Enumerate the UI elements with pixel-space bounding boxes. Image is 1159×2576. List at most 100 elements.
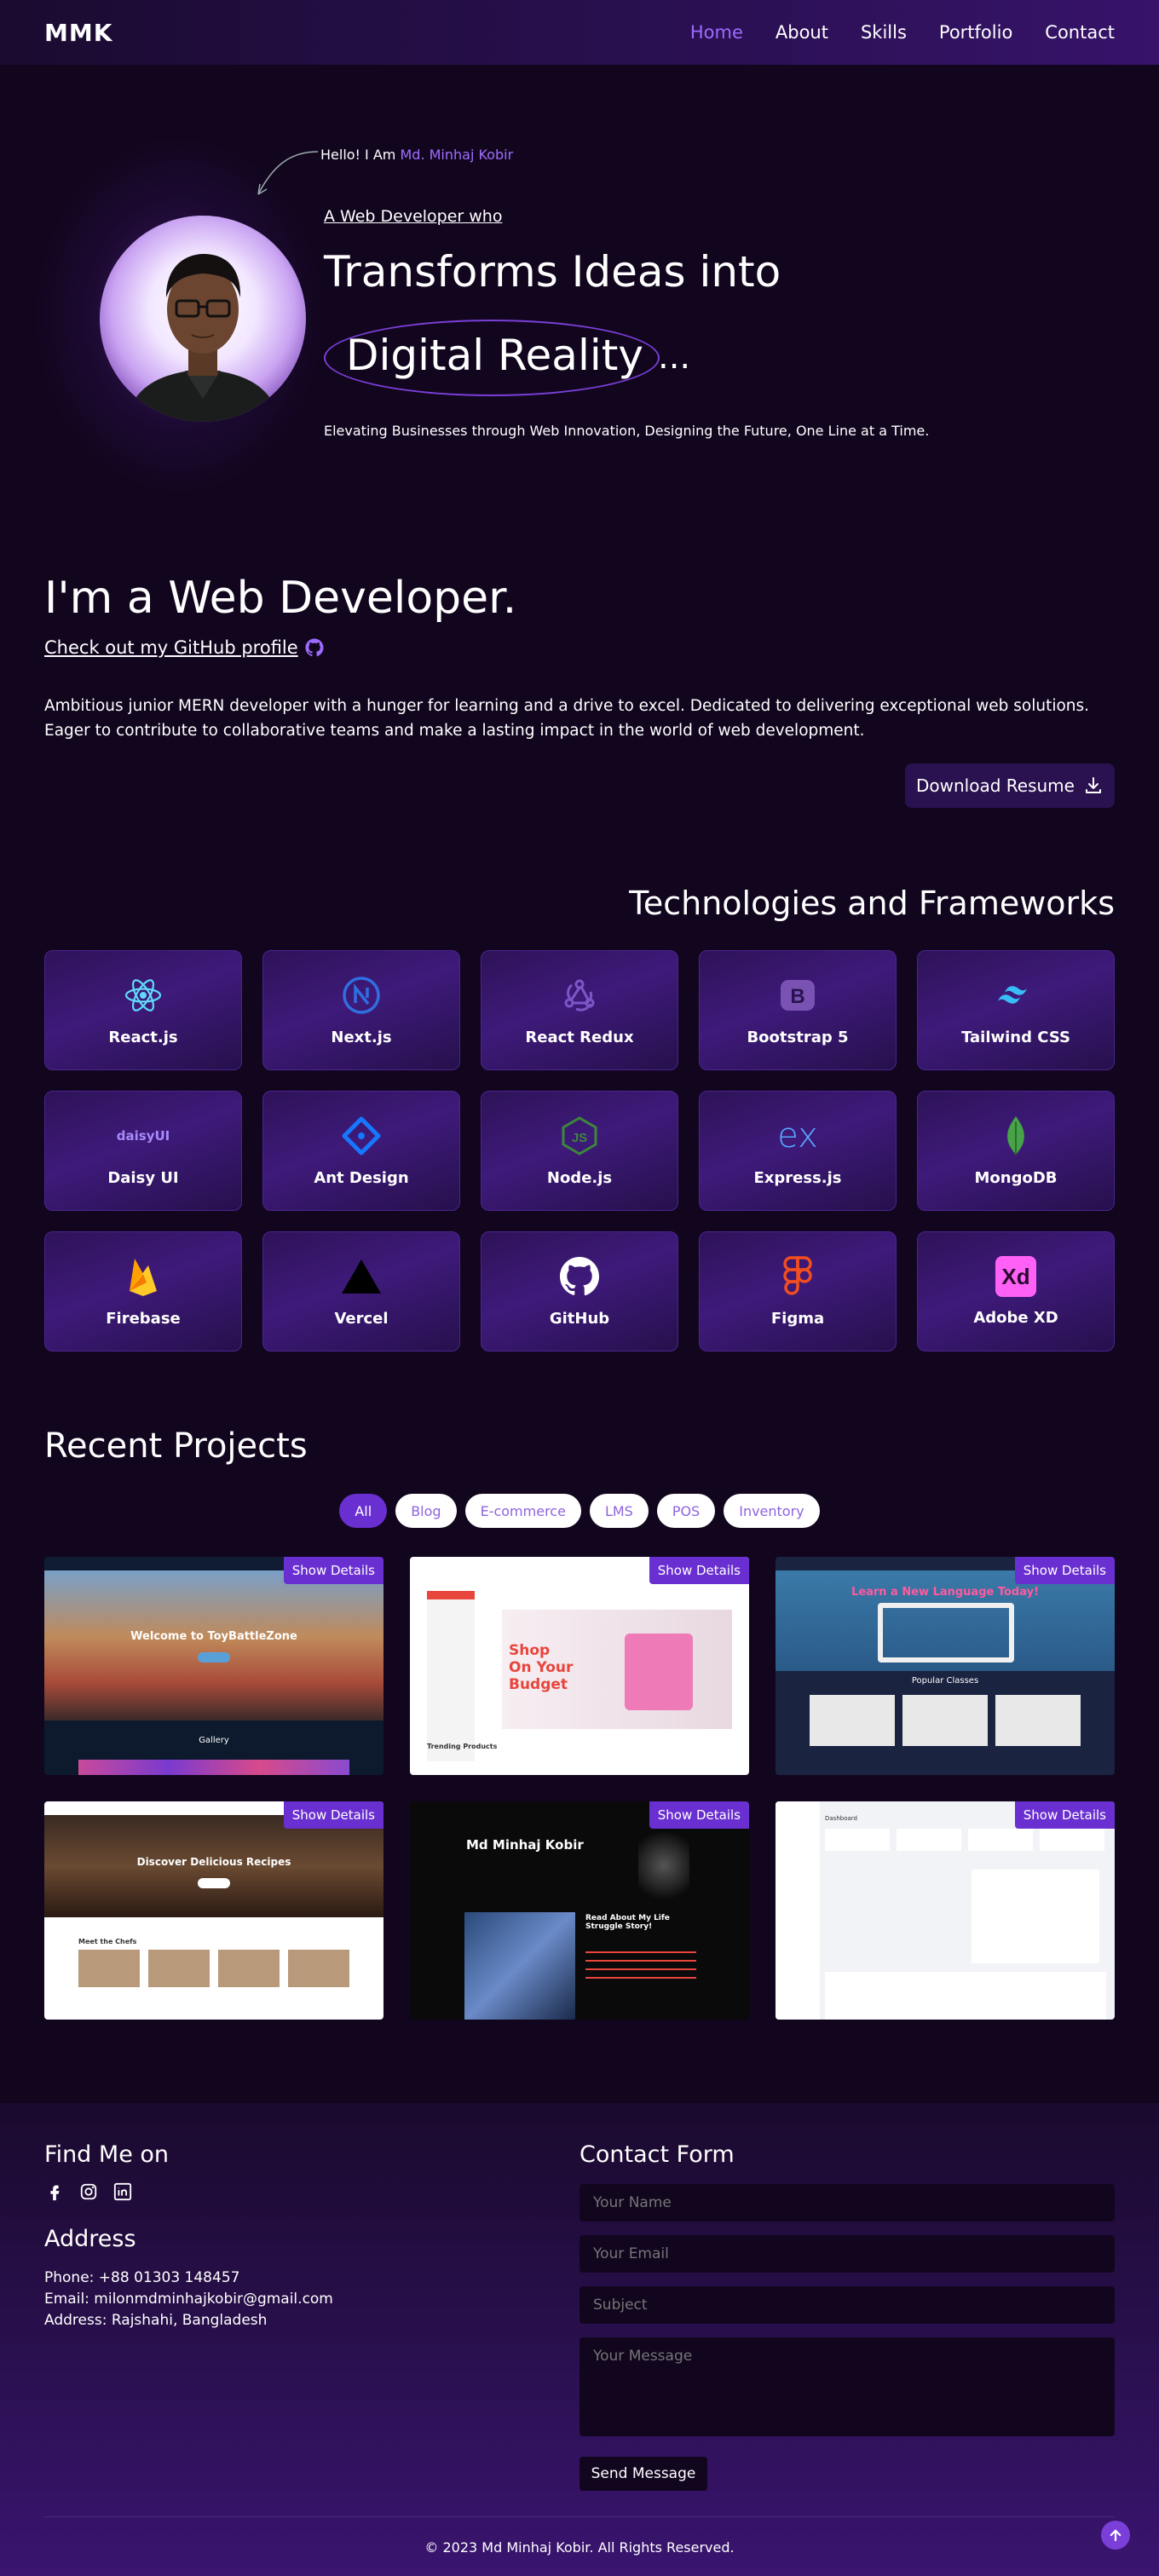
tech-card-tailwind: Tailwind CSS	[917, 950, 1115, 1070]
find-me-title: Find Me on	[44, 2141, 170, 2168]
adobexd-icon: Xd	[995, 1256, 1036, 1297]
projects-grid: Welcome to ToyBattleZone Gallery Show De…	[44, 1557, 1115, 2020]
projects-title: Recent Projects	[44, 1426, 308, 1466]
show-details-button[interactable]: Show Details	[1014, 1557, 1115, 1584]
project-card-dashboard[interactable]: Dashboard Show Details	[776, 1801, 1115, 2020]
project-thumb-sidebar	[776, 1801, 820, 2020]
linkedin-icon[interactable]	[112, 2181, 133, 2202]
show-details-button[interactable]: Show Details	[283, 1557, 383, 1584]
github-icon	[558, 1255, 601, 1298]
project-thumb-chefs	[78, 1950, 349, 1987]
hero-title: Transforms Ideas into	[324, 247, 781, 297]
project-thumb-bars	[585, 1951, 696, 1985]
express-text: ex	[777, 1116, 818, 1155]
tech-title: Technologies and Frameworks	[629, 885, 1115, 922]
nextjs-icon	[340, 974, 383, 1017]
tech-label: React.js	[108, 1029, 178, 1046]
project-headline: Welcome to ToyBattleZone	[130, 1630, 297, 1643]
download-icon	[1085, 777, 1101, 793]
project-headline: Shop On Your Budget	[509, 1642, 574, 1693]
nav-link-portfolio[interactable]: Portfolio	[939, 22, 1012, 43]
site-logo[interactable]: MMK	[44, 19, 112, 47]
tech-card-nodejs: JS Node.js	[481, 1091, 678, 1211]
hello-text: Hello! I Am Md. Minhaj Kobir	[320, 147, 513, 163]
tech-label: React Redux	[525, 1029, 634, 1046]
project-thumb-learn-text	[878, 1603, 1014, 1663]
send-message-button[interactable]: Send Message	[580, 2457, 707, 2491]
hero-tagline: Elevating Businesses through Web Innovat…	[324, 423, 930, 439]
tech-label: Express.js	[753, 1169, 842, 1187]
filter-all[interactable]: All	[339, 1494, 388, 1528]
project-section: Meet the Chefs	[78, 1938, 137, 1945]
show-details-button[interactable]: Show Details	[649, 1801, 749, 1829]
address-block: Phone: +88 01303 148457 Email: milonmdmi…	[44, 2268, 333, 2331]
email-field[interactable]	[580, 2235, 1115, 2273]
tech-label: Figma	[770, 1310, 825, 1328]
subject-field[interactable]	[580, 2286, 1115, 2324]
project-section: Read About My Life Struggle Story!	[585, 1914, 670, 1931]
nav-link-about[interactable]: About	[776, 22, 828, 43]
scroll-to-top-button[interactable]	[1101, 2521, 1130, 2550]
tech-label: Tailwind CSS	[961, 1029, 1070, 1046]
filter-lms[interactable]: LMS	[589, 1494, 649, 1528]
nav-link-contact[interactable]: Contact	[1045, 22, 1115, 43]
facebook-icon[interactable]	[44, 2181, 65, 2202]
nav-link-home[interactable]: Home	[690, 22, 743, 43]
hero-title-suffix: ...	[658, 337, 691, 377]
tech-label: Vercel	[334, 1310, 389, 1328]
project-card-toybattlezone[interactable]: Welcome to ToyBattleZone Gallery Show De…	[44, 1557, 383, 1775]
project-thumb-strip	[78, 1760, 349, 1775]
project-card-learn[interactable]: Learn a New Language Today! Popular Clas…	[776, 1557, 1115, 1775]
vercel-icon	[340, 1255, 383, 1298]
project-headline: Learn a New Language Today!	[851, 1586, 1040, 1599]
about-title: I'm a Web Developer.	[44, 573, 517, 624]
address-text: Address: Rajshahi, Bangladesh	[44, 2312, 268, 2329]
message-field[interactable]	[580, 2337, 1115, 2436]
nav-link-skills[interactable]: Skills	[861, 22, 907, 43]
download-resume-button[interactable]: Download Resume	[905, 764, 1115, 808]
project-card-shop[interactable]: Shop On Your Budget Trending Products Sh…	[410, 1557, 749, 1775]
tech-label: Bootstrap 5	[747, 1029, 849, 1046]
contact-form-title: Contact Form	[580, 2141, 735, 2168]
tech-card-antdesign: Ant Design	[262, 1091, 460, 1211]
avatar	[100, 216, 306, 422]
svg-text:JS: JS	[572, 1131, 587, 1145]
tech-grid: React.js Next.js React Redux B Bootstrap…	[44, 950, 1115, 1351]
filter-blog[interactable]: Blog	[395, 1494, 457, 1528]
footer-divider	[44, 2516, 1115, 2517]
show-details-button[interactable]: Show Details	[649, 1557, 749, 1584]
nav-links: Home About Skills Portfolio Contact	[690, 22, 1115, 43]
project-card-portfolio[interactable]: Md Minhaj Kobir Read About My Life Strug…	[410, 1801, 749, 2020]
project-thumb-cards	[810, 1695, 1081, 1746]
page: MMK Home About Skills Portfolio Contact	[0, 0, 1159, 2576]
project-card-recipes[interactable]: Discover Delicious Recipes Meet the Chef…	[44, 1801, 383, 2020]
download-resume-label: Download Resume	[916, 775, 1075, 796]
tech-card-figma: Figma	[699, 1231, 897, 1351]
social-links	[44, 2181, 133, 2202]
filter-inventory[interactable]: Inventory	[724, 1494, 820, 1528]
github-profile-link[interactable]: Check out my GitHub profile	[44, 637, 324, 658]
project-thumb-sidebar	[427, 1591, 475, 1761]
filter-ecommerce[interactable]: E-commerce	[464, 1494, 581, 1528]
name-field[interactable]	[580, 2184, 1115, 2222]
react-icon	[122, 974, 164, 1017]
tech-card-firebase: Firebase	[44, 1231, 242, 1351]
daisyui-icon: daisyUI	[117, 1115, 170, 1157]
instagram-icon[interactable]	[78, 2181, 99, 2202]
filter-pos[interactable]: POS	[656, 1494, 716, 1528]
address-title: Address	[44, 2226, 136, 2252]
project-thumb-hero	[44, 1570, 383, 1720]
copyright: © 2023 Md Minhaj Kobir. All Rights Reser…	[424, 2539, 735, 2556]
express-icon: ex	[776, 1115, 819, 1157]
project-section: Gallery	[199, 1736, 229, 1745]
antdesign-icon	[340, 1115, 383, 1157]
figma-icon	[776, 1255, 819, 1298]
about-description: Ambitious junior MERN developer with a h…	[44, 697, 1090, 740]
project-thumb-table	[825, 1972, 1106, 2020]
tech-card-vercel: Vercel	[262, 1231, 460, 1351]
tech-card-bootstrap: B Bootstrap 5	[699, 950, 897, 1070]
hello-prefix: Hello! I Am	[320, 147, 401, 163]
show-details-button[interactable]: Show Details	[283, 1801, 383, 1829]
project-filters: All Blog E-commerce LMS POS Inventory	[0, 1494, 1159, 1528]
show-details-button[interactable]: Show Details	[1014, 1801, 1115, 1829]
